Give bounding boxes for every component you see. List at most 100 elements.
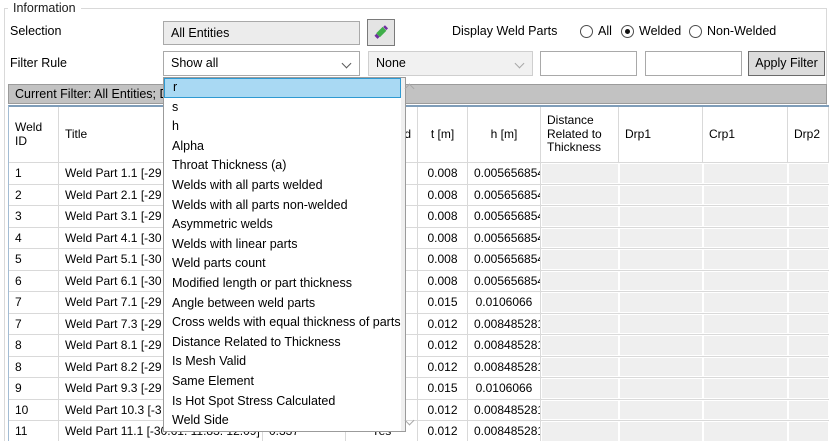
filter-value1-input[interactable]: [540, 51, 637, 76]
chevron-down-icon: [515, 59, 525, 69]
table-cell: 0.005656854: [468, 163, 541, 184]
dropdown-item[interactable]: Welds with all parts non-welded: [164, 196, 401, 216]
table-cell: [541, 335, 619, 356]
table-row[interactable]: 8Weld Part 8.1 [-290.0120.008485281: [9, 335, 829, 357]
radio-non-welded[interactable]: Non-Welded: [689, 24, 776, 38]
dropdown-scrollbar[interactable]: [401, 78, 405, 431]
table-row[interactable]: 5Weld Part 5.1 [-300.0080.005656854: [9, 249, 829, 271]
radio-welded[interactable]: Welded: [621, 24, 681, 38]
groupbox-border: [4, 8, 827, 9]
table-cell: [541, 292, 619, 313]
edit-selection-button[interactable]: [367, 19, 395, 46]
radio-circle-icon: [621, 25, 634, 38]
table-cell: 0.012: [418, 400, 468, 421]
table-row[interactable]: 7Weld Part 7.1 [-290.0150.0106066: [9, 292, 829, 314]
dropdown-item[interactable]: Is Hot Spot Stress Calculated: [164, 392, 401, 412]
table-row[interactable]: 1Weld Part 1.1 [-290.0080.005656854: [9, 163, 829, 185]
dropdown-item[interactable]: Welds with linear parts: [164, 235, 401, 255]
table-cell: [788, 335, 829, 356]
header-distance-related-to-thickness[interactable]: Distance Related to Thickness: [541, 107, 619, 162]
radio-all[interactable]: All: [580, 24, 612, 38]
dropdown-item[interactable]: Weld Side: [164, 411, 401, 431]
dropdown-item[interactable]: Throat Thickness (a): [164, 156, 401, 176]
table-cell: [619, 335, 703, 356]
groupbox-border: [4, 8, 5, 441]
selection-label: Selection: [10, 24, 61, 38]
table-cell: 7: [9, 314, 59, 335]
table-cell: 10: [9, 400, 59, 421]
table-cell: [703, 206, 788, 227]
table-cell: [788, 400, 829, 421]
header-drp1[interactable]: Drp1: [619, 107, 703, 162]
table-cell: 0.008: [418, 228, 468, 249]
display-weld-parts-label: Display Weld Parts: [452, 24, 557, 38]
dropdown-item[interactable]: Asymmetric welds: [164, 215, 401, 235]
table-row[interactable]: 10Weld Part 10.3 [-30.0120.008485281: [9, 400, 829, 422]
table-row[interactable]: 6Weld Part 6.1 [-300.0080.005656854: [9, 271, 829, 293]
operator-combobox[interactable]: None: [368, 51, 533, 76]
table-cell: 0.012: [418, 335, 468, 356]
table-row[interactable]: 11Weld Part 11.1 [-30.61: 11.83: 12.09]0…: [9, 421, 829, 441]
dropdown-item[interactable]: r: [164, 78, 401, 98]
dropdown-item[interactable]: Is Mesh Valid: [164, 352, 401, 372]
table-cell: [703, 292, 788, 313]
table-cell: [619, 271, 703, 292]
table-cell: [541, 163, 619, 184]
table-row[interactable]: 2Weld Part 2.1 [-290.0080.005656854: [9, 185, 829, 207]
table-cell: 0.008485281: [468, 400, 541, 421]
dropdown-item[interactable]: Alpha: [164, 137, 401, 157]
table-cell: [619, 357, 703, 378]
table-cell: [541, 185, 619, 206]
selection-value-box[interactable]: All Entities: [163, 21, 360, 45]
dropdown-item[interactable]: Modified length or part thickness: [164, 274, 401, 294]
table-row[interactable]: 4Weld Part 4.1 [-300.0080.005656854: [9, 228, 829, 250]
table-header-row: Weld ID Title d t [m] h [m] Distance Rel…: [9, 107, 829, 163]
dropdown-item[interactable]: Welds with all parts welded: [164, 176, 401, 196]
table-cell: [619, 421, 703, 441]
dropdown-item[interactable]: Same Element: [164, 372, 401, 392]
table-cell: 0.012: [418, 421, 468, 441]
groupbox-title: Information: [8, 1, 81, 15]
table-cell: [619, 400, 703, 421]
table-cell: [788, 249, 829, 270]
table-row[interactable]: 8Weld Part 8.2 [-290.0120.008485281: [9, 357, 829, 379]
table-cell: [703, 314, 788, 335]
table-row[interactable]: 3Weld Part 3.1 [-290.0080.005656854: [9, 206, 829, 228]
table-row[interactable]: 9Weld Part 9.3 [-290.0150.0106066: [9, 378, 829, 400]
dropdown-item[interactable]: h: [164, 117, 401, 137]
header-t[interactable]: t [m]: [418, 107, 468, 162]
table-cell: 0.008: [418, 206, 468, 227]
current-filter-bar: Current Filter: All Entities; D: [8, 84, 827, 104]
filter-rule-combobox[interactable]: Show all: [163, 51, 360, 76]
weld-parts-table: Weld ID Title d t [m] h [m] Distance Rel…: [8, 105, 829, 441]
radio-label: Welded: [639, 24, 681, 38]
dropdown-item[interactable]: s: [164, 98, 401, 118]
table-row[interactable]: 7Weld Part 7.3 [-290.0120.008485281: [9, 314, 829, 336]
table-cell: 0.008: [418, 271, 468, 292]
table-cell: 0.005656854: [468, 185, 541, 206]
dropdown-item[interactable]: Weld parts count: [164, 254, 401, 274]
header-drp2[interactable]: Drp2: [788, 107, 829, 162]
table-cell: 0.008: [418, 163, 468, 184]
table-cell: 2: [9, 185, 59, 206]
table-cell: [703, 335, 788, 356]
dropdown-item[interactable]: Cross welds with equal thickness of part…: [164, 313, 401, 333]
table-cell: 8: [9, 335, 59, 356]
operator-value: None: [376, 56, 406, 70]
table-cell: 5: [9, 249, 59, 270]
dropdown-item[interactable]: Distance Related to Thickness: [164, 333, 401, 353]
table-cell: 0.005656854: [468, 206, 541, 227]
table-cell: 0.005656854: [468, 271, 541, 292]
table-cell: [788, 357, 829, 378]
table-cell: [703, 421, 788, 441]
table-cell: [541, 271, 619, 292]
header-weld-id[interactable]: Weld ID: [9, 107, 59, 162]
table-cell: [619, 378, 703, 399]
apply-filter-button[interactable]: Apply Filter: [748, 51, 825, 76]
table-cell: 0.015: [418, 378, 468, 399]
dropdown-item[interactable]: Angle between weld parts: [164, 294, 401, 314]
table-cell: [703, 400, 788, 421]
filter-value2-input[interactable]: [645, 51, 742, 76]
header-crp1[interactable]: Crp1: [703, 107, 788, 162]
header-h[interactable]: h [m]: [468, 107, 541, 162]
